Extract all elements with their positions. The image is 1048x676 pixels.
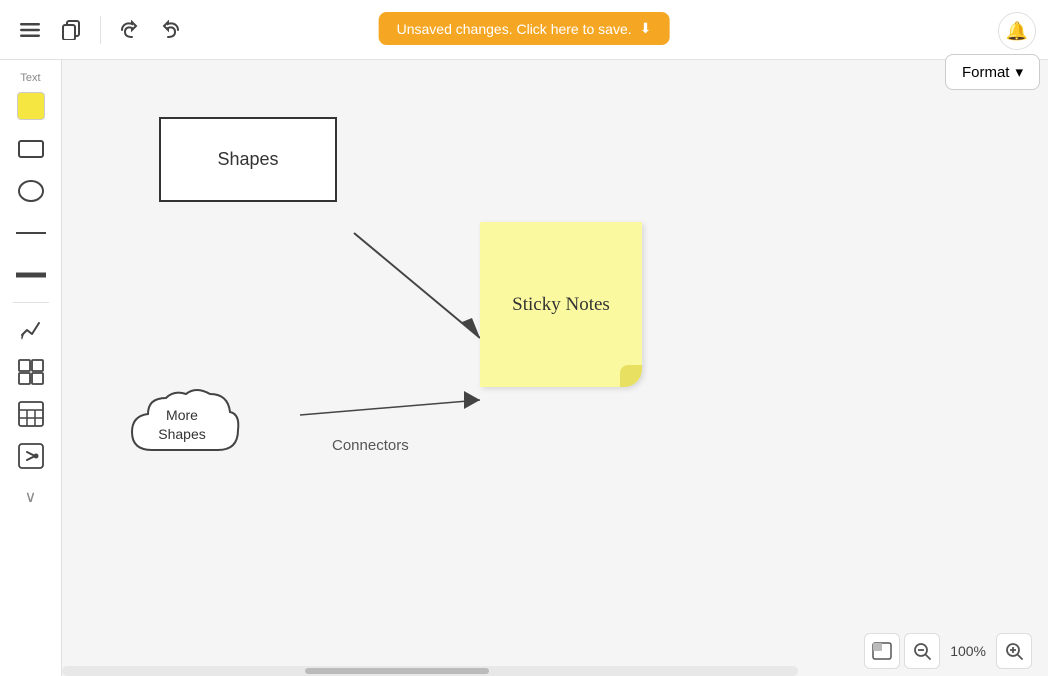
ellipse-tool-button[interactable]: [10, 172, 52, 210]
text-tool-label: Text: [20, 72, 40, 84]
unsaved-text: Unsaved changes. Click here to save.: [397, 21, 632, 37]
canvas: Connectors Shapes Sticky Notes MoreShape…: [62, 60, 1048, 676]
minimap-button[interactable]: [864, 633, 900, 669]
shapes-box[interactable]: Shapes: [159, 117, 337, 202]
embed-tool-button[interactable]: [10, 437, 52, 475]
sticky-note-label: Sticky Notes: [496, 278, 626, 332]
copy-button[interactable]: [54, 12, 90, 48]
cloud-label: MoreShapes: [158, 406, 205, 444]
thick-line-tool-button[interactable]: [10, 256, 52, 294]
redo-button[interactable]: [153, 12, 189, 48]
sidebar-divider-1: [13, 302, 49, 303]
zoom-out-button[interactable]: [904, 633, 940, 669]
sidebar: Text ∨: [0, 60, 62, 676]
shapes-library-button[interactable]: [10, 353, 52, 391]
format-button[interactable]: Format ▾: [945, 54, 1040, 90]
cloud-shape[interactable]: MoreShapes: [122, 380, 242, 470]
unsaved-banner[interactable]: Unsaved changes. Click here to save. ⬇: [379, 12, 670, 45]
connectors-label: Connectors: [332, 437, 409, 454]
rectangle-tool-button[interactable]: [10, 130, 52, 168]
bell-icon: 🔔: [1006, 21, 1028, 42]
toolbar-separator: [100, 16, 101, 44]
zoom-in-button[interactable]: [996, 633, 1032, 669]
undo-button[interactable]: [111, 12, 147, 48]
chevron-down-icon: ▾: [1015, 63, 1023, 81]
sticky-note[interactable]: Sticky Notes: [480, 222, 642, 387]
table-tool-button[interactable]: [10, 395, 52, 433]
zoom-level: 100%: [944, 643, 992, 659]
sidebar-expand-button[interactable]: ∨: [17, 483, 45, 511]
format-label: Format: [962, 64, 1010, 81]
notification-button[interactable]: 🔔: [998, 12, 1036, 50]
save-download-icon: ⬇: [640, 20, 652, 37]
bottom-bar: 100%: [848, 626, 1048, 676]
pen-tool-button[interactable]: [10, 311, 52, 349]
menu-button[interactable]: [12, 12, 48, 48]
horizontal-scrollbar[interactable]: [62, 666, 798, 676]
line-tool-button[interactable]: [10, 214, 52, 252]
scrollbar-thumb[interactable]: [305, 668, 489, 674]
shapes-label: Shapes: [217, 149, 278, 170]
color-swatch[interactable]: [17, 92, 45, 120]
